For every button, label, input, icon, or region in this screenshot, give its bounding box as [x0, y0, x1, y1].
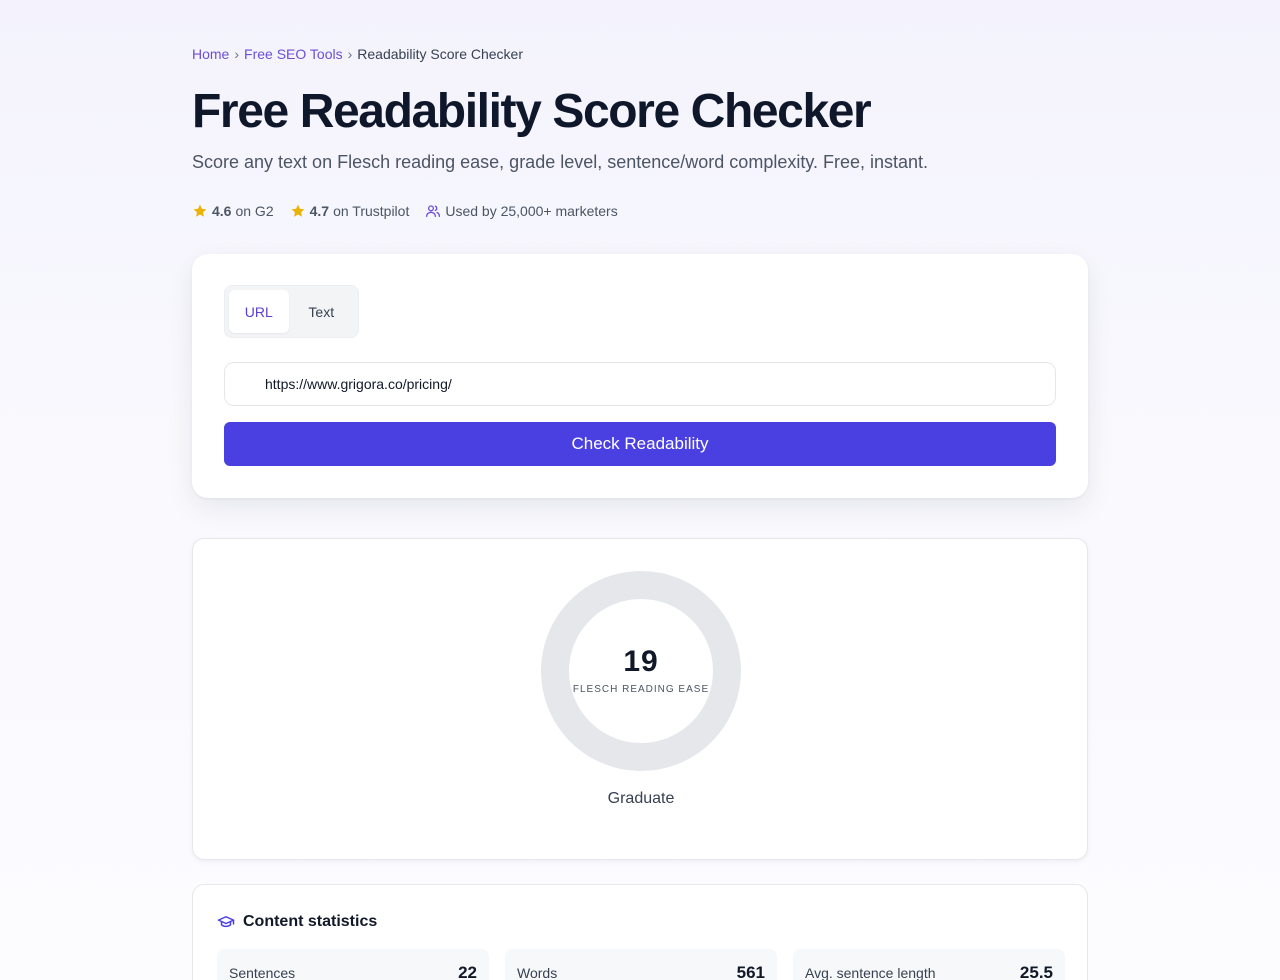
usage-text: Used by 25,000+ marketers [445, 203, 618, 219]
rating-source: on Trustpilot [333, 203, 410, 219]
stat-value: 561 [736, 963, 765, 980]
rating-g2: 4.6 on G2 [192, 203, 274, 219]
rating-score: 4.7 [309, 203, 330, 219]
stat-avg-sentence-length: Avg. sentence length 25.5 [793, 949, 1065, 980]
check-readability-button[interactable]: Check Readability [224, 422, 1056, 466]
usage-info: Used by 25,000+ marketers [425, 203, 618, 219]
star-icon [193, 204, 207, 217]
users-icon [426, 205, 441, 217]
rating-trustpilot: 4.7 on Trustpilot [290, 203, 410, 219]
stat-words: Words 561 [505, 949, 777, 980]
stat-value: 22 [458, 963, 477, 980]
breadcrumb-seo-tools-link[interactable]: Free SEO Tools [244, 46, 343, 62]
score-caption: FLESCH READING EASE [572, 684, 710, 695]
readability-input-card: URL Text Check Readability [192, 254, 1088, 498]
tab-text[interactable]: Text [289, 290, 354, 333]
breadcrumb-separator: › [234, 46, 240, 62]
breadcrumb-home-link[interactable]: Home [192, 46, 229, 62]
breadcrumb-current: Readability Score Checker [357, 46, 524, 62]
stat-label: Sentences [229, 965, 296, 980]
reading-level: Graduate [607, 790, 675, 807]
page-subtitle: Score any text on Flesch reading ease, g… [192, 152, 929, 172]
stats-header: Content statistics [217, 913, 377, 931]
rating-score: 4.6 [212, 203, 232, 219]
input-mode-tabs: URL Text [224, 285, 359, 338]
url-input[interactable] [224, 362, 1056, 406]
stat-sentences: Sentences 22 [217, 949, 489, 980]
score-card: 19 FLESCH READING EASE Graduate [192, 538, 1088, 860]
ratings-row: 4.6 on G2 4.7 on Trustpilot Used by 25,0… [192, 203, 634, 219]
graduation-cap-icon [217, 916, 235, 928]
stats-title: Content statistics [243, 913, 378, 930]
tab-url[interactable]: URL [229, 290, 289, 333]
stat-value: 25.5 [1019, 963, 1053, 980]
rating-source: on G2 [235, 203, 274, 219]
score-value: 19 [623, 645, 659, 678]
breadcrumb: Home › Free SEO Tools › Readability Score Ch… [192, 46, 523, 62]
breadcrumb-separator: › [347, 46, 353, 62]
page-title: Free Readability Score Checker [192, 85, 872, 138]
stat-label: Words [517, 965, 558, 980]
stat-label: Avg. sentence length [805, 965, 936, 980]
content-statistics-card: Content statistics Sentences 22 Words 56… [192, 884, 1088, 980]
star-icon [291, 204, 304, 217]
